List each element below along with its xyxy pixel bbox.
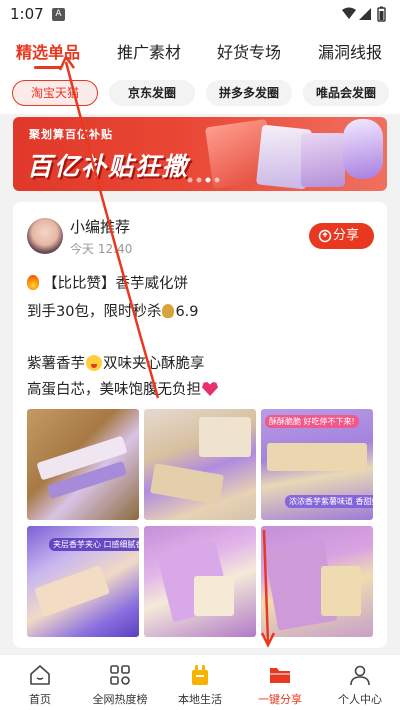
share-icon bbox=[318, 229, 332, 243]
pill-vipshop[interactable]: 唯品会发圈 bbox=[303, 80, 389, 106]
signal-battery-icon bbox=[342, 6, 386, 22]
pill-taobao-tmall[interactable]: 淘宝天猫 bbox=[12, 80, 98, 106]
photo-caption: 酥酥脆脆 好吃停不下来! bbox=[265, 415, 359, 428]
pill-jd[interactable]: 京东发圈 bbox=[109, 80, 195, 106]
avatar[interactable] bbox=[27, 218, 63, 254]
platform-filter-bar: 淘宝天猫 京东发圈 拼多多发圈 唯品会发圈 bbox=[0, 72, 400, 114]
nav-label: 个人中心 bbox=[338, 693, 382, 706]
banner-product-image bbox=[301, 133, 345, 187]
home-icon bbox=[30, 665, 50, 685]
photo-caption: 浓浓香芋紫薯味道 香甜好吃 bbox=[285, 495, 373, 508]
banner-product-image bbox=[343, 119, 383, 179]
user-icon bbox=[350, 665, 370, 686]
post-line-title: 【比比赞】香芋威化饼 bbox=[27, 272, 188, 293]
nav-label: 全网热度榜 bbox=[92, 693, 148, 706]
banner-pager-dots bbox=[187, 177, 220, 183]
tab-loophole-reports[interactable]: 漏洞线报 bbox=[318, 39, 382, 63]
post-photo[interactable] bbox=[261, 526, 373, 637]
post-photo[interactable]: 夹层香芋夹心 口感细腻香甜 bbox=[27, 526, 139, 637]
post-photo[interactable] bbox=[144, 526, 256, 637]
local-life-icon bbox=[192, 665, 208, 685]
post-photo[interactable] bbox=[144, 409, 256, 520]
post-photo[interactable] bbox=[27, 409, 139, 520]
fire-icon bbox=[27, 275, 39, 290]
active-tab-indicator bbox=[34, 66, 62, 69]
share-button[interactable]: 分享 bbox=[309, 223, 374, 249]
pill-pinduoduo[interactable]: 拼多多发圈 bbox=[206, 80, 292, 106]
post-line-price: 到手30包，限时秒杀 6.9 bbox=[27, 304, 199, 320]
post-photo[interactable]: 酥酥脆脆 好吃停不下来! 浓浓香芋紫薯味道 香甜好吃 bbox=[261, 409, 373, 520]
nav-one-click-share[interactable]: 一键分享 bbox=[240, 655, 320, 710]
top-tab-bar: 精选单品 推广素材 好货专场 漏洞线报 bbox=[0, 28, 400, 72]
photo-caption: 夹层香芋夹心 口感细腻香甜 bbox=[49, 538, 139, 551]
notification-icon: A bbox=[52, 8, 65, 21]
share-label: 分享 bbox=[333, 228, 360, 243]
banner-subtitle: 聚划算百亿补贴 bbox=[29, 128, 113, 141]
grinning-face-icon bbox=[86, 355, 102, 371]
tab-featured[interactable]: 精选单品 bbox=[16, 39, 80, 63]
status-time: 1:07 bbox=[10, 5, 44, 23]
post-line-benefit: 高蛋白芯，美味饱腹无负担 bbox=[27, 378, 218, 399]
nav-profile[interactable]: 个人中心 bbox=[320, 655, 400, 710]
status-bar: 1:07 A bbox=[0, 0, 400, 28]
tab-promo-material[interactable]: 推广素材 bbox=[117, 39, 181, 63]
nav-home[interactable]: 首页 bbox=[0, 655, 80, 710]
ranking-grid-icon bbox=[110, 665, 130, 685]
nav-local-life[interactable]: 本地生活 bbox=[160, 655, 240, 710]
nav-label: 本地生活 bbox=[178, 693, 222, 706]
post-time: 今天 12:40 bbox=[70, 242, 133, 256]
heart-icon bbox=[202, 382, 218, 396]
post-card: 小编推荐 今天 12:40 分享 【比比赞】香芋威化饼 到手30包，限时秒杀 6.… bbox=[13, 202, 387, 648]
nav-ranking[interactable]: 全网热度榜 bbox=[80, 655, 160, 710]
tab-good-deals[interactable]: 好货专场 bbox=[217, 39, 281, 63]
banner-title: 百亿补贴狂撒 bbox=[27, 152, 190, 181]
nav-label: 一键分享 bbox=[258, 693, 302, 706]
post-author: 小编推荐 bbox=[70, 218, 131, 236]
money-bag-icon bbox=[162, 304, 175, 318]
bottom-nav: 首页 全网热度榜 本地生活 一键分享 个人中心 bbox=[0, 654, 400, 710]
post-line-flavor: 紫薯香芋 双味夹心酥脆享 bbox=[27, 355, 205, 372]
nav-label: 首页 bbox=[29, 693, 51, 706]
folder-share-icon bbox=[270, 668, 290, 683]
